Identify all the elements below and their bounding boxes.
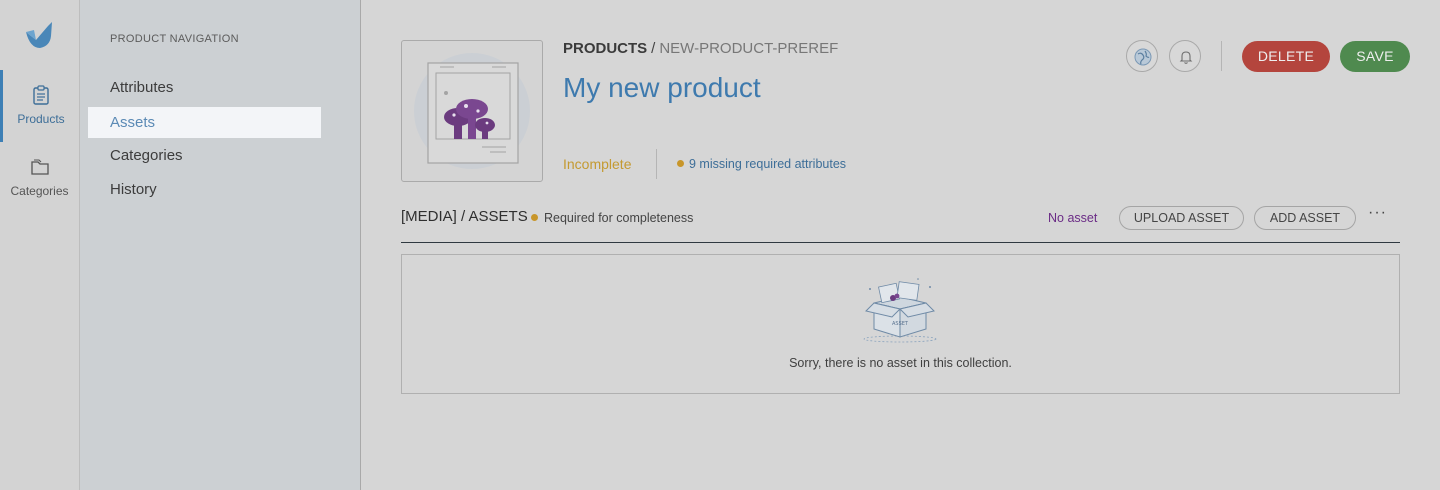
bell-icon (1179, 51, 1193, 64)
nav-item-history[interactable]: History (88, 174, 321, 205)
nav-item-categories[interactable]: Categories (88, 140, 321, 171)
rail-item-products[interactable]: Products (0, 70, 79, 142)
globe-avatar-icon (1134, 48, 1152, 66)
breadcrumb-current: NEW-PRODUCT-PREREF (659, 40, 839, 57)
section-rule (401, 242, 1400, 243)
save-button[interactable]: SAVE (1340, 41, 1410, 72)
user-avatar[interactable] (1126, 40, 1158, 72)
product-image-placeholder-icon (414, 53, 530, 169)
divider (656, 149, 657, 179)
empty-asset-box-illustration-icon: ASSET (863, 278, 937, 343)
required-dot-icon (531, 214, 538, 221)
asset-collection-empty: ASSET Sorry, there is no asset in this c… (401, 254, 1400, 394)
product-thumbnail[interactable] (401, 40, 543, 182)
required-text: Required for completeness (544, 211, 694, 225)
empty-state-message: Sorry, there is no asset in this collect… (789, 356, 1012, 370)
clipboard-icon (33, 85, 49, 105)
nav-item-attributes[interactable]: Attributes (88, 72, 321, 103)
asset-illustration-label: ASSET (892, 321, 909, 327)
add-asset-button[interactable]: ADD ASSET (1254, 206, 1356, 230)
delete-button[interactable]: DELETE (1242, 41, 1330, 72)
product-navigation-panel: PRODUCT NAVIGATION Attributes Assets Cat… (80, 0, 361, 490)
header-divider (1221, 41, 1222, 71)
breadcrumb-separator: / (651, 40, 656, 57)
rail-item-label: Products (17, 112, 65, 126)
missing-attributes-text: 9 missing required attributes (689, 157, 847, 171)
rail-item-categories[interactable]: Categories (0, 142, 79, 214)
breadcrumb-products-link[interactable]: PRODUCTS (563, 40, 647, 57)
folder-icon (30, 159, 49, 175)
section-title: [MEDIA] / ASSETS (401, 208, 528, 225)
rail-item-label: Categories (10, 184, 69, 198)
akeneo-logo-icon[interactable] (22, 18, 56, 50)
upload-asset-button[interactable]: UPLOAD ASSET (1119, 206, 1244, 230)
required-indicator: Required for completeness (531, 211, 693, 225)
breadcrumb: PRODUCTS / NEW-PRODUCT-PREREF (563, 40, 838, 57)
warning-dot-icon (677, 160, 684, 167)
nav-item-assets[interactable]: Assets (88, 107, 321, 138)
asset-count-label: No asset (1048, 211, 1098, 225)
product-title: My new product (563, 72, 761, 103)
main-menu-rail: Products Categories (0, 0, 80, 490)
more-options-icon[interactable]: ··· (1368, 204, 1387, 222)
product-navigation-title: PRODUCT NAVIGATION (110, 33, 239, 45)
completeness-status[interactable]: Incomplete (563, 156, 631, 172)
notifications-button[interactable] (1169, 40, 1201, 72)
missing-attributes-link[interactable]: 9 missing required attributes (677, 157, 846, 171)
